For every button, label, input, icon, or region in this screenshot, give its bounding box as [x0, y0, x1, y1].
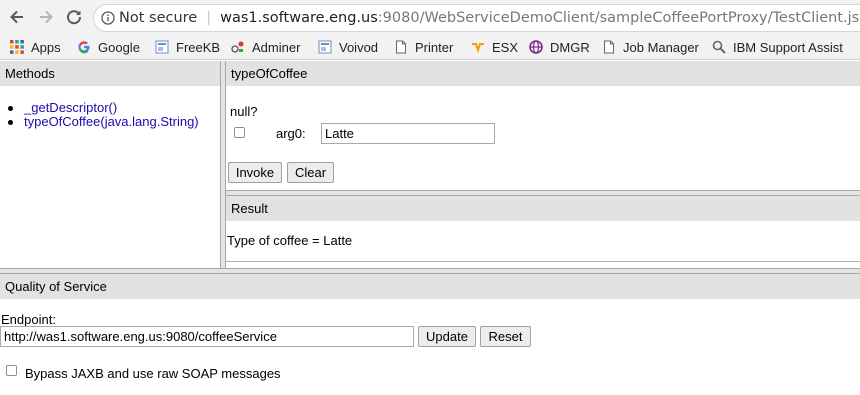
info-circle-icon: [101, 11, 115, 25]
back-button[interactable]: [5, 5, 29, 29]
arg0-label: arg0:: [276, 126, 306, 141]
bookmark-voivod[interactable]: Voivod: [318, 37, 378, 57]
method-title-header: typeOfCoffee: [226, 61, 860, 86]
bookmark-label: Job Manager: [623, 39, 699, 55]
invoke-button[interactable]: Invoke: [228, 162, 282, 183]
qos-header: Quality of Service: [0, 274, 860, 299]
adminer-icon: [231, 40, 245, 54]
document-icon: [394, 40, 408, 54]
back-arrow-icon: [10, 10, 23, 24]
result-text: Type of coffee = Latte: [227, 233, 353, 248]
result-header: Result: [226, 196, 860, 221]
bookmark-label: Printer: [415, 39, 454, 55]
inputs-frame: typeOfCoffee null? arg0: Invoke Clear: [226, 61, 860, 191]
method-link-getdescriptor[interactable]: _getDescriptor(): [24, 100, 117, 115]
reload-button[interactable]: [62, 5, 86, 29]
bookmark-dmgr[interactable]: DMGR: [529, 37, 590, 57]
page-icon: [318, 40, 332, 54]
url-host: was1.software.eng.us: [220, 10, 378, 26]
clear-button[interactable]: Clear: [287, 162, 334, 183]
magnifier-icon: [712, 40, 726, 54]
bookmark-freekb[interactable]: FreeKB: [155, 37, 220, 57]
bookmark-label: DMGR: [550, 39, 590, 55]
bookmarks-bar: Apps Google FreeKB Adminer Voivod Printe…: [0, 35, 860, 60]
bookmark-label: Voivod: [339, 39, 379, 55]
page-icon: [155, 40, 169, 54]
result-frame: Result Type of coffee = Latte: [226, 196, 860, 268]
bookmark-job-manager[interactable]: Job Manager: [602, 37, 699, 57]
methods-header: Methods: [0, 61, 220, 86]
browser-toolbar: Not secure | was1.software.eng.us :9080/…: [0, 0, 860, 35]
list-item: _getDescriptor(): [7, 101, 199, 115]
document-icon: [602, 40, 616, 54]
address-bar[interactable]: Not secure | was1.software.eng.us :9080/…: [93, 4, 860, 32]
bookmark-label: Apps: [31, 39, 61, 55]
bookmark-label: IBM Support Assist: [733, 39, 843, 55]
bookmark-esx[interactable]: ESX: [471, 37, 518, 57]
bookmark-google[interactable]: Google: [77, 37, 140, 57]
arg0-input[interactable]: [321, 123, 495, 144]
bookmark-label: FreeKB: [176, 39, 221, 55]
url-path: :9080/WebServiceDemoClient/sampleCoffeeP…: [377, 10, 860, 26]
globe-icon: [529, 40, 543, 54]
null-checkbox[interactable]: [234, 127, 245, 138]
null-label: null?: [230, 104, 258, 119]
list-item: typeOfCoffee(java.lang.String): [7, 115, 199, 129]
google-g-icon: [77, 40, 91, 54]
reload-icon: [67, 10, 82, 25]
endpoint-input[interactable]: [0, 326, 414, 347]
bookmark-label: ESX: [492, 39, 519, 55]
forward-arrow-icon: [40, 10, 53, 24]
bookmark-label: Google: [98, 39, 140, 55]
site-info-button[interactable]: Not secure: [101, 10, 197, 26]
apps-grid-icon: [10, 40, 24, 54]
endpoint-label: Endpoint:: [1, 312, 56, 327]
bypass-jaxb-checkbox[interactable]: [6, 365, 17, 376]
method-list: _getDescriptor() typeOfCoffee(java.lang.…: [7, 101, 199, 129]
result-divider: [226, 261, 860, 262]
security-label: Not secure: [119, 10, 198, 26]
bookmark-apps[interactable]: Apps: [10, 37, 61, 57]
forward-button[interactable]: [34, 5, 58, 29]
bookmark-printer[interactable]: Printer: [394, 37, 453, 57]
update-button[interactable]: Update: [418, 326, 476, 347]
url-separator: |: [206, 10, 212, 26]
bookmark-adminer[interactable]: Adminer: [231, 37, 300, 57]
bypass-jaxb-label: Bypass JAXB and use raw SOAP messages: [25, 366, 281, 381]
bookmark-ibm-support-assist[interactable]: IBM Support Assist: [712, 37, 843, 57]
reset-button[interactable]: Reset: [480, 326, 531, 347]
qos-frame: Quality of Service Endpoint: Update Rese…: [0, 274, 860, 395]
method-link-typeofcoffee[interactable]: typeOfCoffee(java.lang.String): [24, 114, 199, 129]
bookmark-label: Adminer: [252, 39, 301, 55]
vmware-icon: [471, 40, 485, 54]
methods-frame: Methods _getDescriptor() typeOfCoffee(ja…: [0, 61, 220, 268]
